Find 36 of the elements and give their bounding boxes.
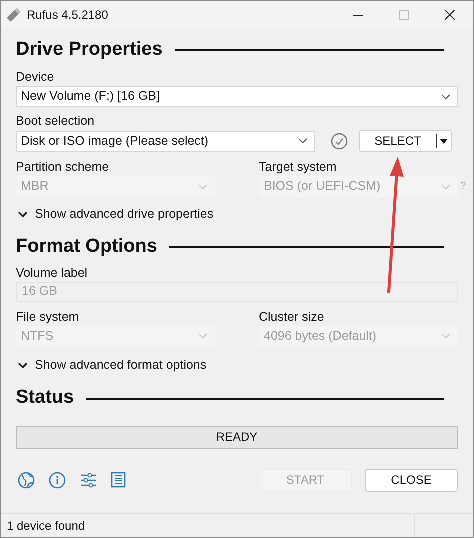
- chevron-icon: [18, 210, 28, 218]
- field-label: Cluster size: [259, 310, 324, 324]
- chevron-down-icon: [198, 184, 208, 190]
- globe-icon[interactable]: [18, 472, 35, 488]
- select-button[interactable]: SELECT: [359, 130, 452, 152]
- field-label: Volume label: [16, 266, 88, 280]
- status-text: 1 device found: [7, 518, 86, 534]
- dropdown[interactable]: New Volume (F:) [16 GB]: [16, 86, 458, 107]
- minimize-icon[interactable]: [353, 14, 363, 16]
- chevron-down-icon: [298, 138, 308, 144]
- section-heading: Status: [16, 386, 74, 410]
- field-label: Target system: [259, 160, 337, 174]
- check-circle-icon[interactable]: [331, 132, 348, 150]
- window-title: Rufus 4.5.2180: [27, 7, 108, 24]
- chevron-down-icon: [198, 333, 208, 340]
- section-heading: Format Options: [16, 234, 158, 258]
- info-icon[interactable]: [49, 472, 66, 488]
- log-icon[interactable]: [111, 472, 126, 488]
- advanced-toggle[interactable]: Show advanced drive properties: [18, 205, 214, 224]
- caret-icon: [440, 138, 448, 144]
- section-heading: Drive Properties: [16, 38, 163, 62]
- close-icon[interactable]: [445, 10, 455, 20]
- field-label: Boot selection: [16, 114, 95, 128]
- chevron-down-icon: [441, 94, 451, 100]
- chevron-down-icon: [441, 184, 452, 190]
- advanced-toggle[interactable]: Show advanced format options: [18, 356, 207, 374]
- dropdown[interactable]: Disk or ISO image (Please select): [16, 130, 315, 152]
- field-label: File system: [16, 310, 80, 324]
- status-bar-panel: READY: [16, 426, 458, 448]
- field-label: Partition scheme: [16, 160, 110, 174]
- action-button[interactable]: CLOSE: [365, 468, 458, 492]
- field-label: Device: [16, 70, 54, 84]
- usb-drive-icon: [5, 8, 21, 22]
- settings-icon[interactable]: [80, 472, 97, 488]
- chevron-down-icon: [441, 333, 451, 340]
- chevron-icon: [18, 362, 28, 369]
